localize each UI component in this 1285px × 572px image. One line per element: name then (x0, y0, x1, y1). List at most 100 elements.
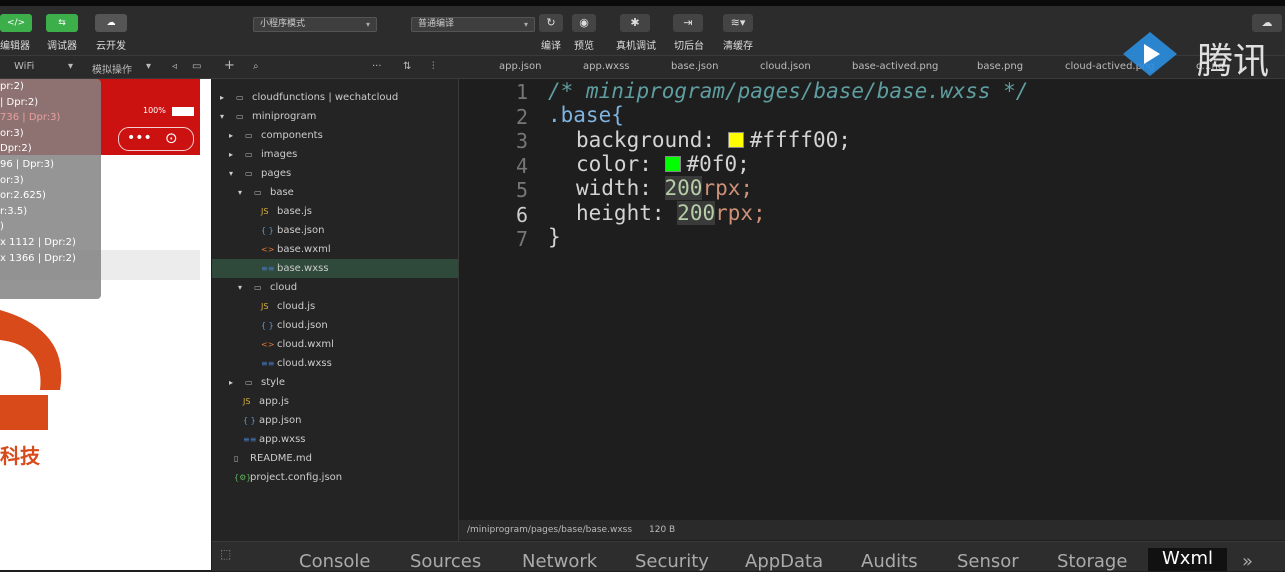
tree-file[interactable]: ▯ README.md (212, 449, 458, 468)
file-path: /miniprogram/pages/base/base.wxss (467, 525, 633, 535)
devtools-tab[interactable]: Audits (861, 551, 918, 572)
color-swatch[interactable] (727, 132, 744, 148)
tree-label: app.wxss (259, 434, 306, 445)
file-tab[interactable]: base.png (977, 61, 1023, 72)
folder-icon: ▭ (236, 112, 244, 121)
tree-file[interactable]: { } cloud.json (212, 316, 458, 335)
device-option[interactable]: ) (0, 219, 101, 235)
window-icon[interactable]: ▭ (192, 61, 201, 72)
color-swatch[interactable] (664, 156, 681, 172)
device-option[interactable]: | Dpr:2) (0, 95, 101, 111)
network-select[interactable]: WiFi (14, 61, 34, 72)
file-tab[interactable]: base-actived.png (852, 61, 938, 72)
tree-file[interactable]: ≡≡ app.wxss (212, 430, 458, 449)
devtools-tab[interactable]: AppData (745, 551, 823, 572)
wxml-file-icon: <> (261, 340, 275, 349)
tree-label: cloud.wxml (277, 339, 334, 350)
device-option[interactable]: 96 | Dpr:3) (0, 157, 101, 173)
tree-folder[interactable]: ▾ ▭ base (212, 183, 458, 202)
tree-folder[interactable]: ▸ ▭ images (212, 145, 458, 164)
debugger-toggle-button[interactable]: ⇆ (46, 14, 78, 32)
devtools-tab[interactable]: Sources (410, 551, 481, 572)
file-tab[interactable]: app.wxss (583, 61, 630, 72)
line-number: 2 (515, 104, 528, 129)
tree-file[interactable]: <> base.wxml (212, 240, 458, 259)
file-tab[interactable]: cloud.json (760, 61, 811, 72)
device-option[interactable]: r:3.5) (0, 204, 101, 220)
window-top-band (0, 0, 1285, 6)
file-tab[interactable]: app.json (499, 61, 541, 72)
device-option[interactable]: pr:2) (0, 79, 101, 95)
tree-folder[interactable]: ▾ ▭ cloud (212, 278, 458, 297)
more-icon[interactable]: ··· (372, 61, 382, 72)
devtools-tab[interactable]: Security (635, 551, 709, 572)
mode-select[interactable]: 小程序模式 ▾ (253, 17, 377, 32)
backend-label: 切后台 (674, 41, 704, 52)
devtools-tab[interactable]: Console (299, 551, 370, 572)
chevron-right-icon: ▸ (229, 150, 234, 159)
device-option[interactable]: or:3) (0, 173, 101, 189)
devtools-tab[interactable]: Wxml (1148, 548, 1227, 571)
tree-file[interactable]: { } app.json (212, 411, 458, 430)
tree-file[interactable]: {⚙}project.config.json (212, 468, 458, 487)
device-option[interactable]: Dpr:2) (0, 141, 101, 157)
cloud-dev-button[interactable]: ☁ (95, 14, 127, 32)
search-icon[interactable]: ⌕ (253, 61, 259, 72)
clear-cache-button[interactable]: ≋▾ (723, 14, 753, 32)
compile-button[interactable]: ↻ (539, 14, 563, 32)
device-option[interactable]: x 1112 | Dpr:2) (0, 235, 101, 251)
tree-folder[interactable]: ▾ ▭ pages (212, 164, 458, 183)
height-unit: rpx; (715, 201, 766, 225)
tree-file[interactable]: ≡≡ base.wxss (212, 259, 458, 278)
config-file-icon: {⚙} (234, 473, 252, 482)
tree-folder[interactable]: ▸ ▭ components (212, 126, 458, 145)
device-option[interactable]: or:3) (0, 126, 101, 142)
file-explorer: ▸ ▭ cloudfunctions | wechatcloud ▾ ▭ miniprog… (212, 79, 459, 570)
more-tabs-button[interactable]: » (1242, 551, 1253, 572)
compile-select-value: 普通编译 (418, 19, 455, 29)
compile-select[interactable]: 普通编译 ▾ (411, 17, 535, 32)
device-option[interactable]: or:2.625) (0, 188, 101, 204)
inspect-icon[interactable]: ⬚ (220, 547, 231, 561)
device-option[interactable]: 736 | Dpr:3) (0, 110, 101, 126)
devtools-tab[interactable]: Storage (1057, 551, 1127, 572)
editor-toggle-button[interactable]: </> (0, 14, 32, 32)
tree-label: pages (261, 168, 292, 179)
tree-file[interactable]: JS app.js (212, 392, 458, 411)
cloud-dev-label: 云开发 (96, 41, 126, 52)
tree-file[interactable]: JS base.js (212, 202, 458, 221)
tree-file[interactable]: <> cloud.wxml (212, 335, 458, 354)
tree-folder[interactable]: ▸ ▭ style (212, 373, 458, 392)
sort-icon[interactable]: ⇅ (403, 61, 411, 72)
tree-file[interactable]: { } base.json (212, 221, 458, 240)
volume-icon[interactable]: ◃ (172, 61, 177, 72)
chevron-right-icon: ▸ (220, 93, 225, 102)
simulate-ops-select[interactable]: 模拟操作 (92, 61, 132, 76)
tree-label: base (270, 187, 294, 198)
device-option[interactable]: x 1366 | Dpr:2) (0, 251, 101, 267)
tree-label: base.json (277, 225, 325, 236)
tree-folder[interactable]: ▾ ▭ miniprogram (212, 107, 458, 126)
brand-logo (0, 310, 62, 430)
devtools-tab[interactable]: Network (522, 551, 597, 572)
chevron-down-icon[interactable]: ▾ (146, 61, 151, 72)
chevron-down-icon[interactable]: ▾ (68, 61, 73, 72)
line-number: 3 (515, 129, 528, 153)
close-mini-icon[interactable]: ⊙ (165, 129, 178, 147)
tree-file[interactable]: ≡≡ cloud.wxss (212, 354, 458, 373)
menu-dots-icon[interactable]: ••• (127, 130, 152, 146)
tree-folder[interactable]: ▸ ▭ cloudfunctions | wechatcloud (212, 88, 458, 107)
backend-button[interactable]: ⇥ (673, 14, 703, 32)
add-file-icon[interactable]: + (224, 58, 235, 73)
remote-debug-button[interactable]: ✱ (620, 14, 650, 32)
folder-icon: ▭ (245, 150, 253, 159)
devtools-tab[interactable]: Sensor (957, 551, 1019, 572)
split-icon[interactable]: ⫶ (432, 61, 435, 72)
device-dropdown: pr:2) | Dpr:2) 736 | Dpr:3) or:3) Dpr:2) 96 |… (0, 79, 101, 299)
tree-file[interactable]: JS cloud.js (212, 297, 458, 316)
editor-label: 编辑器 (0, 41, 30, 52)
preview-button[interactable]: ◉ (572, 14, 596, 32)
file-tab[interactable]: base.json (671, 61, 718, 72)
json-file-icon: { } (261, 321, 274, 330)
secondary-toolbar: WiFi ▾ 模拟操作 ▾ ◃ ▭ + ⌕ ··· ⇅ ⫶ app.json ap… (0, 56, 1285, 79)
